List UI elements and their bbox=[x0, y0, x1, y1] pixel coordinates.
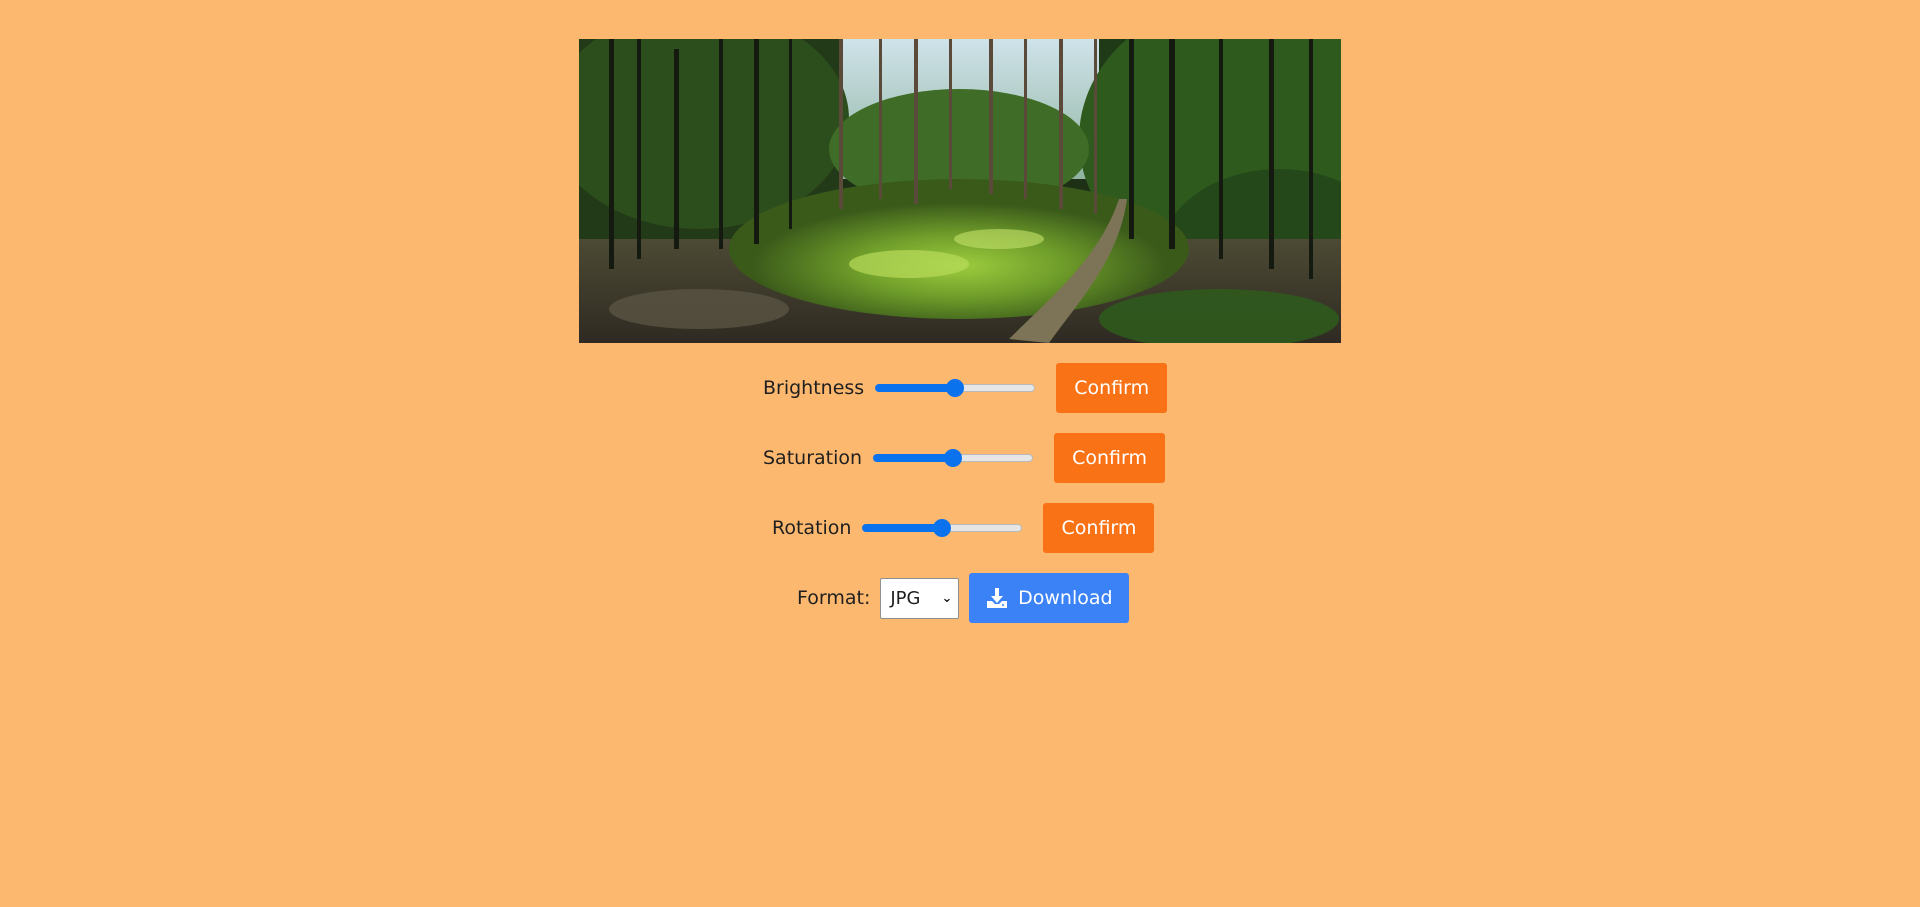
brightness-slider-fill bbox=[875, 384, 956, 392]
brightness-confirm-button[interactable]: Confirm bbox=[1056, 363, 1168, 413]
format-select[interactable]: JPG ⌄ bbox=[880, 577, 960, 619]
saturation-slider[interactable] bbox=[873, 448, 1034, 468]
saturation-row: Saturation Confirm bbox=[763, 433, 1166, 483]
format-label: Format: bbox=[797, 587, 871, 609]
rotation-row: Rotation Confirm bbox=[772, 503, 1155, 553]
preview-image bbox=[579, 39, 1341, 343]
rotation-slider[interactable] bbox=[862, 518, 1023, 538]
saturation-slider-fill bbox=[873, 454, 954, 462]
forest-photo bbox=[579, 39, 1341, 343]
rotation-slider-fill bbox=[862, 524, 943, 532]
saturation-label: Saturation bbox=[763, 447, 863, 469]
rotation-slider-thumb[interactable] bbox=[933, 519, 952, 537]
saturation-confirm-button[interactable]: Confirm bbox=[1054, 433, 1166, 483]
saturation-slider-thumb[interactable] bbox=[944, 449, 963, 467]
download-button[interactable]: Download bbox=[969, 573, 1130, 623]
format-select-value: JPG bbox=[890, 587, 921, 609]
export-row: Format: JPG ⌄ Download bbox=[797, 573, 1130, 623]
download-label: Download bbox=[1018, 587, 1113, 609]
rotation-confirm-button[interactable]: Confirm bbox=[1043, 503, 1155, 553]
brightness-row: Brightness Confirm bbox=[763, 363, 1168, 413]
rotation-label: Rotation bbox=[772, 517, 852, 539]
editor-page: Brightness Confirm Saturation Confirm Ro… bbox=[0, 0, 1920, 907]
chevron-down-icon: ⌄ bbox=[941, 590, 953, 606]
brightness-slider-thumb[interactable] bbox=[946, 379, 965, 397]
brightness-slider[interactable] bbox=[875, 378, 1036, 398]
brightness-label: Brightness bbox=[763, 377, 865, 399]
download-icon bbox=[987, 588, 1008, 608]
